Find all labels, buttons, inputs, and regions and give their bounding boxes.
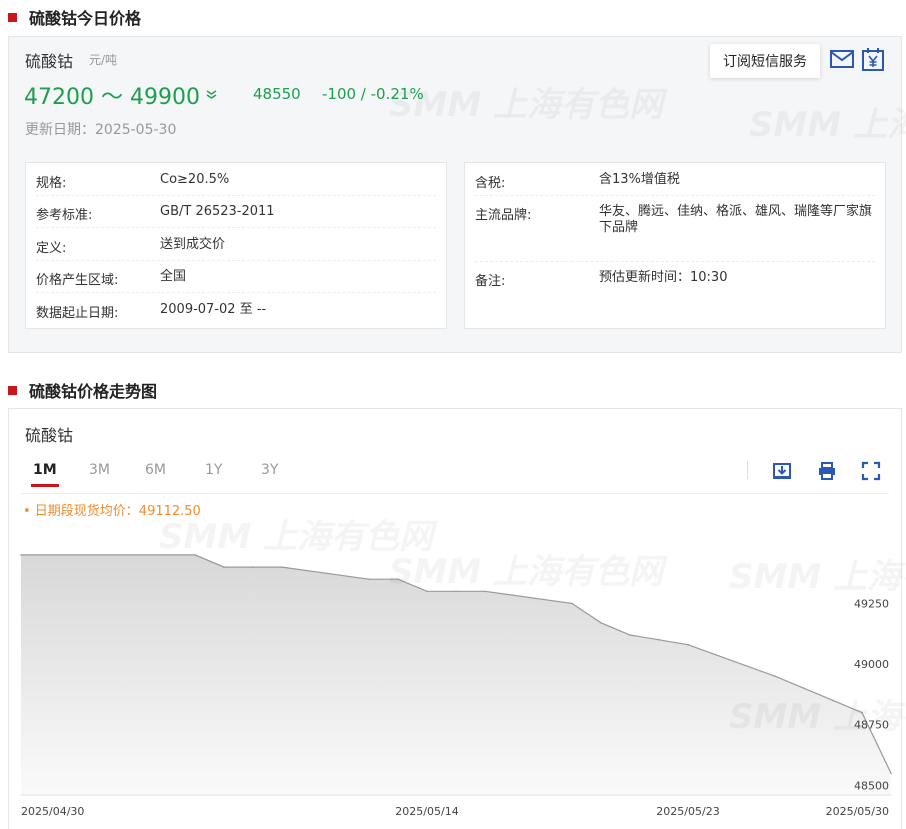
today-price-header: 硫酸钴今日价格: [8, 5, 141, 29]
price-point: [687, 643, 689, 646]
y-tick-label: 49000: [854, 658, 889, 671]
price-point: [861, 711, 863, 714]
x-tick-label: 2025/05/23: [656, 805, 719, 818]
chart-separator: [21, 493, 889, 494]
info-row: 参考标准: GB/T 26523-2011: [36, 204, 436, 228]
price-point: [426, 590, 428, 593]
y-tick-label: 49250: [854, 597, 889, 610]
price-point: [281, 566, 283, 568]
info-value: Co≥20.5%: [160, 172, 230, 187]
y-tick-label: 48750: [854, 719, 889, 732]
trend-chart-panel: 49250 49000 48750 48500 2025/04/30 2025/05/14…: [8, 408, 906, 829]
tab-3m[interactable]: 3M: [89, 462, 110, 478]
info-key: 价格产生区域:: [36, 273, 119, 288]
info-key: 备注:: [475, 274, 506, 289]
watermark: SMM 上海有色网: [749, 97, 906, 146]
price-point: [455, 590, 457, 593]
price-trend-chart[interactable]: 49250 49000 48750 48500 2025/04/30 2025/05/14…: [9, 409, 903, 829]
price-point: [397, 578, 399, 580]
info-row: 数据起止日期: 2009-07-02 至 --: [36, 302, 436, 326]
update-date: 更新日期：2025-05-30: [25, 122, 177, 138]
info-value: 全国: [160, 269, 187, 284]
info-row: 价格产生区域: 全国: [36, 269, 436, 293]
section-title-trend: 硫酸钴价格走势图: [29, 382, 158, 401]
x-tick-label: 2025/05/30: [826, 805, 889, 818]
price-point: [803, 687, 805, 690]
y-tick-label: 48500: [854, 779, 889, 792]
spec-info-right: 含税: 含13%增值税 主流品牌: 华友、腾远、佳纳、格派、雄风、瑞隆等厂家旗下…: [464, 162, 886, 329]
price-point: [484, 590, 486, 593]
price-point: [890, 772, 892, 774]
download-icon[interactable]: [772, 461, 792, 481]
x-tick-label: 2025/05/14: [395, 805, 458, 818]
info-key: 规格:: [36, 176, 67, 191]
info-key: 含税:: [475, 176, 506, 191]
info-row: 主流品牌: 华友、腾远、佳纳、格派、雄风、瑞隆等厂家旗下品牌: [475, 204, 875, 262]
fullscreen-icon[interactable]: [861, 461, 881, 481]
period-average-label: • 日期段现货均价：49112.50: [23, 504, 201, 519]
info-key: 数据起止日期:: [36, 306, 119, 321]
section-title-today-price: 硫酸钴今日价格: [29, 9, 142, 28]
subscribe-sms-button[interactable]: 订阅短信服务: [710, 44, 820, 78]
product-unit: 元/吨: [89, 53, 118, 67]
info-value: 华友、腾远、佳纳、格派、雄风、瑞隆等厂家旗下品牌: [599, 204, 873, 235]
info-value: 送到成交价: [160, 237, 226, 252]
average-price: 48550: [253, 85, 301, 103]
double-chevron-down-icon: [206, 89, 217, 102]
price-range: 47200 ～ 49900: [24, 85, 200, 110]
tab-6m[interactable]: 6M: [145, 462, 166, 478]
price-point: [194, 554, 196, 556]
price-point: [20, 554, 22, 556]
section-marker: [8, 12, 17, 22]
toolbar-divider: [747, 461, 748, 479]
info-row: 含税: 含13%增值税: [475, 172, 875, 196]
price-point: [832, 699, 834, 702]
price-summary-panel: SMM 上海有色网 SMM 上海有色网 硫酸钴 元/吨 47200 ～ 4990…: [8, 36, 906, 353]
yen-calendar-icon[interactable]: [860, 46, 886, 72]
info-row: 备注: 预估更新时间：10:30: [475, 270, 875, 294]
price-point: [629, 634, 631, 636]
trend-chart-header: 硫酸钴价格走势图: [8, 378, 157, 402]
tab-3y[interactable]: 3Y: [261, 462, 278, 478]
info-key: 定义:: [36, 241, 67, 256]
tab-1m[interactable]: 1M: [31, 462, 59, 487]
info-row: 定义: 送到成交价: [36, 237, 436, 261]
price-change: -100 / -0.21%: [322, 85, 424, 103]
info-value: 含13%增值税: [599, 172, 680, 187]
info-key: 参考标准:: [36, 208, 93, 223]
mail-icon[interactable]: [829, 48, 855, 70]
info-value: 预估更新时间：10:30: [599, 270, 728, 285]
chart-product-name: 硫酸钴: [25, 426, 74, 445]
price-point: [774, 675, 776, 677]
watermark: SMM 上海有色网: [389, 77, 663, 126]
price-point: [658, 639, 660, 641]
info-row: 规格: Co≥20.5%: [36, 172, 436, 196]
tab-1y[interactable]: 1Y: [205, 462, 222, 478]
x-tick-label: 2025/04/30: [21, 805, 84, 818]
price-point: [223, 566, 225, 568]
price-point: [571, 602, 573, 605]
info-value: GB/T 26523-2011: [160, 204, 275, 219]
price-point: [600, 622, 602, 624]
print-icon[interactable]: [817, 461, 837, 481]
section-marker: [8, 385, 17, 395]
spec-info-left: 规格: Co≥20.5% 参考标准: GB/T 26523-2011 定义: 送…: [25, 162, 447, 329]
product-name: 硫酸钴: [25, 52, 74, 71]
info-key: 主流品牌:: [475, 208, 532, 223]
info-value: 2009-07-02 至 --: [160, 302, 267, 317]
price-point: [252, 566, 254, 568]
price-point: [368, 578, 370, 580]
